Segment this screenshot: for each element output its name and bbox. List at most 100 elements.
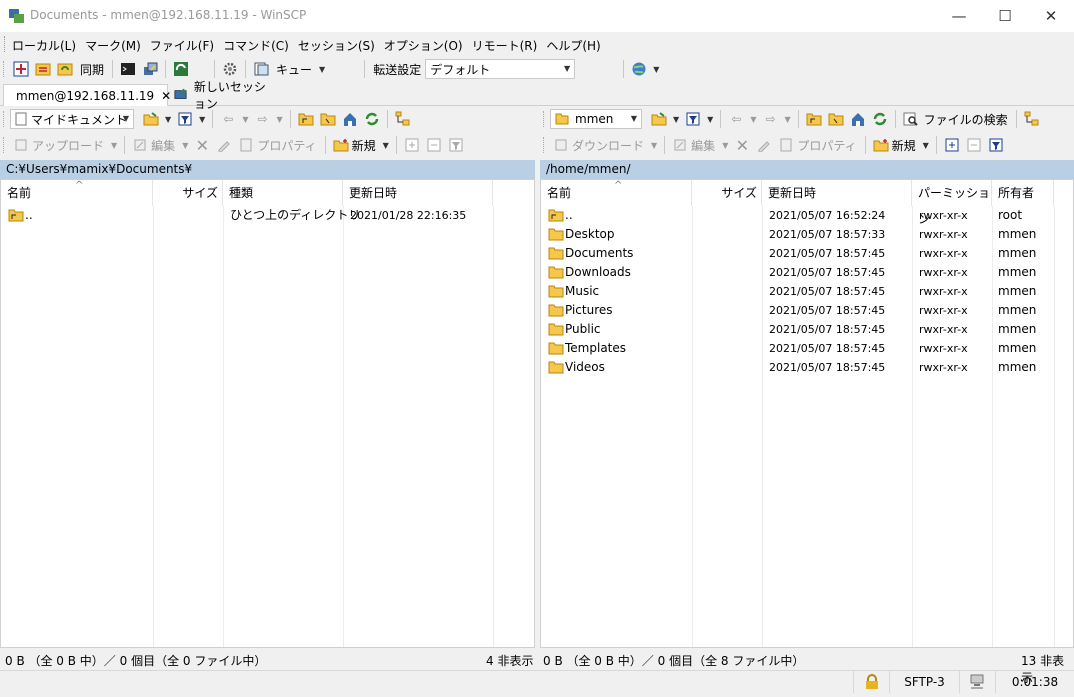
column-header-owner[interactable]: 所有者 — [992, 180, 1054, 206]
table-row[interactable]: Desktop 2021/05/07 18:57:33 rwxr-xr-x mmen — [541, 225, 1073, 244]
refresh-icon[interactable] — [871, 110, 889, 128]
parent-dir-icon[interactable] — [297, 110, 315, 128]
download-icon[interactable] — [552, 136, 570, 154]
local-location-select[interactable]: マイドキュメント ▼ — [10, 109, 134, 129]
chevron-down-icon[interactable]: ▼ — [653, 65, 659, 74]
chevron-down-icon[interactable]: ▼ — [673, 115, 679, 124]
column-header-size[interactable]: サイズ — [692, 180, 762, 206]
sync-icon[interactable] — [56, 60, 74, 78]
remote-path-bar[interactable]: /home/mmen/ — [540, 160, 1074, 179]
column-header-permissions[interactable]: パーミッション — [912, 180, 992, 226]
menu-local[interactable]: ローカル(L) — [12, 37, 81, 54]
tab-new-session[interactable]: 新しいセッション — [172, 80, 277, 111]
sync-button[interactable]: 同期 — [80, 61, 104, 78]
gear-icon[interactable] — [221, 60, 239, 78]
menu-remote[interactable]: リモート(R) — [472, 37, 543, 54]
find-files-icon[interactable] — [902, 110, 920, 128]
chevron-down-icon[interactable]: ▼ — [319, 65, 325, 74]
new-folder-icon[interactable] — [332, 136, 350, 154]
back-arrow-icon[interactable]: ⇦ — [219, 110, 237, 128]
forward-arrow-icon[interactable]: ⇨ — [253, 110, 271, 128]
menu-options[interactable]: オプション(O) — [384, 37, 468, 54]
table-row[interactable]: Videos 2021/05/07 18:57:45 rwxr-xr-x mmen — [541, 358, 1073, 377]
properties-icon[interactable] — [237, 136, 255, 154]
queue-icon[interactable] — [252, 60, 270, 78]
delete-icon[interactable]: ✕ — [733, 136, 751, 155]
table-row[interactable]: Templates 2021/05/07 18:57:45 rwxr-xr-x mme… — [541, 339, 1073, 358]
properties-icon[interactable] — [777, 136, 795, 154]
close-button[interactable]: ✕ — [1028, 0, 1074, 32]
filter-select-icon[interactable] — [987, 136, 1005, 154]
toolbar-grip[interactable] — [3, 61, 6, 77]
properties-button[interactable]: プロパティ — [257, 137, 316, 154]
menu-session[interactable]: セッション(S) — [298, 37, 380, 54]
local-hidden-count[interactable]: 4 非表示 — [486, 652, 533, 669]
new-folder-icon[interactable] — [872, 136, 890, 154]
find-files-button[interactable]: ファイルの検索 — [924, 111, 1008, 128]
rename-icon[interactable] — [755, 136, 773, 154]
toolbar-grip[interactable] — [4, 36, 7, 52]
column-header-size[interactable]: サイズ — [153, 180, 223, 206]
collapse-icon[interactable] — [425, 136, 443, 154]
local-path-bar[interactable]: C:¥Users¥mamix¥Documents¥ — [0, 160, 535, 179]
toolbar-grip[interactable] — [543, 111, 546, 127]
collapse-icon[interactable] — [965, 136, 983, 154]
table-row[interactable]: .. ひとつ上のディレクトリ 2021/01/28 22:16:35 — [1, 206, 534, 225]
refresh-session-icon[interactable] — [172, 60, 190, 78]
tab-session[interactable]: mmen@192.168.11.19 ✕ — [3, 84, 171, 106]
menu-file[interactable]: ファイル(F) — [150, 37, 219, 54]
column-header-modified[interactable]: 更新日時 — [343, 180, 493, 206]
open-folder-icon[interactable] — [142, 110, 160, 128]
download-button[interactable]: ダウンロード — [572, 137, 644, 154]
remote-location-select[interactable]: mmen ▼ — [550, 109, 642, 129]
new-button[interactable]: 新規 — [352, 137, 376, 154]
new-button[interactable]: 新規 — [892, 137, 916, 154]
delete-icon[interactable]: ✕ — [193, 136, 211, 155]
minimize-button[interactable]: — — [936, 0, 982, 32]
transfer-settings-select[interactable]: デフォルト ▼ — [425, 59, 576, 79]
table-row[interactable]: Documents 2021/05/07 18:57:45 rwxr-xr-x mme… — [541, 244, 1073, 263]
rename-icon[interactable] — [215, 136, 233, 154]
close-tab-icon[interactable]: ✕ — [161, 89, 171, 103]
chevron-down-icon[interactable]: ▼ — [199, 115, 205, 124]
maximize-button[interactable]: ☐ — [982, 0, 1028, 32]
root-dir-icon[interactable] — [827, 110, 845, 128]
queue-button[interactable]: キュー — [276, 61, 312, 78]
home-icon[interactable] — [849, 110, 867, 128]
home-icon[interactable] — [341, 110, 359, 128]
expand-icon[interactable] — [943, 136, 961, 154]
open-folder-icon[interactable] — [650, 110, 668, 128]
tree-icon[interactable] — [1023, 110, 1041, 128]
filter-icon[interactable] — [176, 110, 194, 128]
edit-button[interactable]: 編集 — [691, 137, 715, 154]
properties-button[interactable]: プロパティ — [797, 137, 856, 154]
terminal-icon[interactable] — [119, 60, 137, 78]
menu-commands[interactable]: コマンド(C) — [223, 37, 294, 54]
globe-icon[interactable] — [630, 60, 648, 78]
edit-button[interactable]: 編集 — [151, 137, 175, 154]
menu-help[interactable]: ヘルプ(H) — [546, 37, 605, 54]
refresh-icon[interactable] — [363, 110, 381, 128]
chevron-down-icon[interactable]: ▼ — [707, 115, 713, 124]
putty-icon[interactable] — [141, 60, 159, 78]
upload-button[interactable]: アップロード — [32, 137, 104, 154]
parent-dir-icon[interactable] — [805, 110, 823, 128]
table-row[interactable]: Pictures 2021/05/07 18:57:45 rwxr-xr-x mmen — [541, 301, 1073, 320]
compare-dirs-icon[interactable] — [12, 60, 30, 78]
back-arrow-icon[interactable]: ⇦ — [727, 110, 745, 128]
edit-icon[interactable] — [671, 136, 689, 154]
table-row[interactable]: .. 2021/05/07 16:52:24 rwxr-xr-x root — [541, 206, 1073, 225]
table-row[interactable]: Music 2021/05/07 18:57:45 rwxr-xr-x mmen — [541, 282, 1073, 301]
filter-select-icon[interactable] — [447, 136, 465, 154]
menu-mark[interactable]: マーク(M) — [85, 37, 146, 54]
forward-arrow-icon[interactable]: ⇨ — [761, 110, 779, 128]
column-header-type[interactable]: 種類 — [223, 180, 343, 206]
toolbar-grip[interactable] — [543, 137, 546, 153]
root-dir-icon[interactable] — [319, 110, 337, 128]
expand-icon[interactable] — [403, 136, 421, 154]
tree-icon[interactable] — [394, 110, 412, 128]
toolbar-grip[interactable] — [3, 137, 6, 153]
toolbar-grip[interactable] — [3, 111, 6, 127]
upload-icon[interactable] — [12, 136, 30, 154]
table-row[interactable]: Downloads 2021/05/07 18:57:45 rwxr-xr-x mme… — [541, 263, 1073, 282]
